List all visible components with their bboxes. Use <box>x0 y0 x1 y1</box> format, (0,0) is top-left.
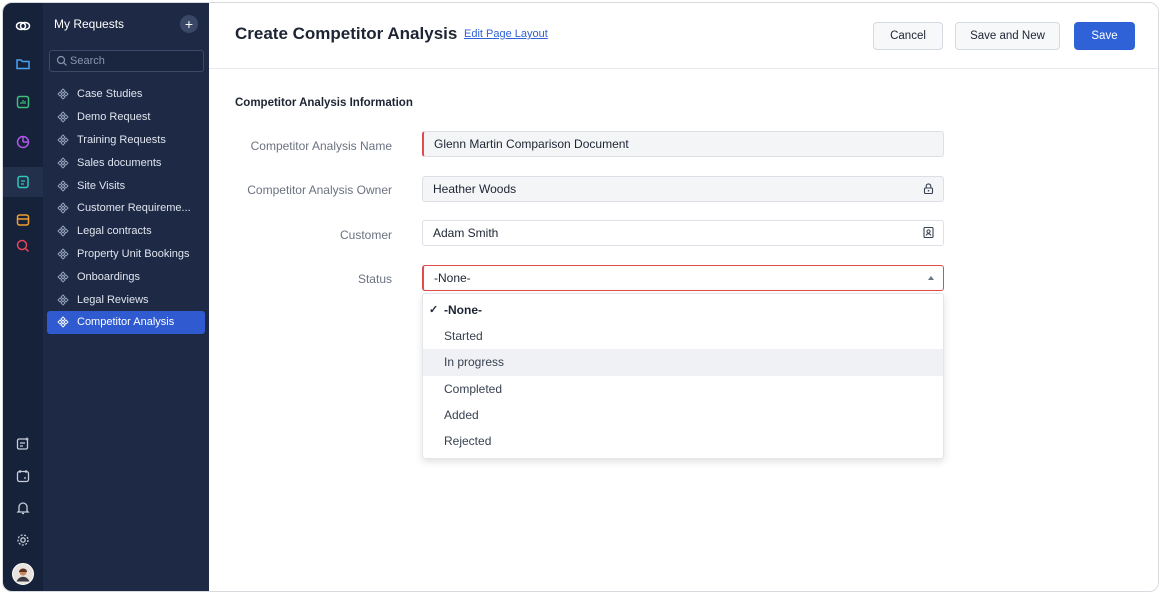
option-label: Rejected <box>444 433 492 448</box>
sidebar: My Requests + Case Studies Demo Request … <box>43 3 209 591</box>
page-title: Create Competitor Analysis <box>235 24 458 43</box>
sidebar-item-property-unit-bookings[interactable]: Property Unit Bookings <box>47 243 205 266</box>
name-label: Competitor Analysis Name <box>250 139 392 153</box>
check-icon: ✓ <box>429 304 439 316</box>
sidebar-search-input[interactable] <box>70 53 198 69</box>
sidebar-title: My Requests <box>54 17 125 31</box>
sidebar-item-label: Demo Request <box>77 111 151 124</box>
sidebar-item-sales-documents[interactable]: Sales documents <box>47 151 205 174</box>
sidebar-item-label: Customer Requireme... <box>77 202 191 215</box>
status-option-in-progress[interactable]: In progress <box>423 349 943 376</box>
sidebar-item-case-studies[interactable]: Case Studies <box>47 83 205 106</box>
app-window: My Requests + Case Studies Demo Request … <box>2 2 1159 592</box>
store-icon[interactable] <box>12 209 34 231</box>
search-insights-icon[interactable] <box>12 235 34 257</box>
sidebar-item-label: Site Visits <box>77 179 126 192</box>
customer-label: Customer <box>339 228 392 242</box>
option-label: Added <box>444 407 479 422</box>
module-icon <box>57 157 69 169</box>
sidebar-item-label: Onboardings <box>77 270 140 283</box>
lock-icon <box>923 183 934 195</box>
search-icon <box>56 55 67 66</box>
name-value: Glenn Martin Comparison Document <box>434 137 629 151</box>
module-icon <box>57 88 69 101</box>
module-icon <box>57 179 69 192</box>
status-option-added[interactable]: Added <box>423 402 943 428</box>
name-field[interactable]: Glenn Martin Comparison Document <box>422 131 944 157</box>
cancel-button[interactable]: Cancel <box>873 22 943 50</box>
status-option-started[interactable]: Started <box>423 323 943 349</box>
sidebar-item-label: Legal Reviews <box>77 293 149 306</box>
sidebar-item-label: Property Unit Bookings <box>77 247 190 260</box>
module-icon <box>57 316 69 328</box>
status-label: Status <box>357 272 392 286</box>
module-icon <box>57 111 69 123</box>
sidebar-item-legal-reviews[interactable]: Legal Reviews <box>47 288 205 311</box>
icon-rail <box>3 3 43 591</box>
sidebar-item-label: Case Studies <box>77 88 143 101</box>
caret-up-icon <box>928 276 934 280</box>
sidebar-search[interactable] <box>49 50 204 72</box>
sidebar-item-label: Sales documents <box>77 156 162 169</box>
module-icon <box>57 225 69 237</box>
option-label: In progress <box>444 355 505 370</box>
main-content: Create Competitor Analysis Edit Page Lay… <box>209 3 1158 591</box>
sidebar-item-customer-requirements[interactable]: Customer Requireme... <box>47 197 205 220</box>
page-header: Create Competitor Analysis Edit Page Lay… <box>209 3 1158 69</box>
module-icon <box>57 202 69 215</box>
option-label: -None- <box>444 303 482 317</box>
module-icon <box>57 134 69 146</box>
add-request-button[interactable]: + <box>180 15 198 33</box>
sidebar-item-demo-request[interactable]: Demo Request <box>47 106 205 129</box>
module-icon <box>57 248 69 260</box>
customer-field[interactable]: Adam Smith <box>422 220 944 246</box>
section-title: Competitor Analysis Information <box>235 97 413 109</box>
status-option-completed[interactable]: Completed <box>423 376 943 402</box>
task-list-icon[interactable] <box>12 433 34 455</box>
requests-icon[interactable] <box>12 171 34 193</box>
sidebar-item-training-requests[interactable]: Training Requests <box>47 129 205 152</box>
user-avatar[interactable] <box>12 563 34 585</box>
sidebar-item-competitor-analysis[interactable]: Competitor Analysis <box>47 310 205 334</box>
sidebar-item-label: Legal contracts <box>77 225 152 238</box>
owner-label: Competitor Analysis Owner <box>247 183 392 197</box>
sidebar-module-list: Case Studies Demo Request Training Reque… <box>47 83 205 334</box>
calendar-icon[interactable] <box>12 465 34 487</box>
status-option-none[interactable]: ✓ -None- <box>423 297 943 323</box>
option-label: Started <box>444 329 483 344</box>
customer-value: Adam Smith <box>433 226 499 240</box>
owner-field[interactable]: Heather Woods <box>422 176 944 202</box>
status-option-rejected[interactable]: Rejected <box>423 428 943 454</box>
module-icon <box>57 271 69 283</box>
settings-gear-icon[interactable] <box>12 529 34 551</box>
sidebar-item-site-visits[interactable]: Site Visits <box>47 174 205 197</box>
owner-value: Heather Woods <box>433 182 517 196</box>
save-button[interactable]: Save <box>1074 22 1135 50</box>
analytics-icon[interactable] <box>12 91 34 113</box>
sidebar-item-label: Training Requests <box>77 133 166 146</box>
app-logo-icon[interactable] <box>12 15 34 37</box>
pie-chart-icon[interactable] <box>12 131 34 153</box>
sidebar-item-onboardings[interactable]: Onboardings <box>47 265 205 288</box>
contact-lookup-icon[interactable] <box>922 226 935 239</box>
status-select[interactable]: -None- <box>422 265 944 291</box>
edit-page-layout-link[interactable]: Edit Page Layout <box>464 28 548 40</box>
sidebar-item-label: Competitor Analysis <box>77 316 175 329</box>
folder-icon[interactable] <box>12 53 34 75</box>
option-label: Completed <box>444 381 503 396</box>
status-dropdown: ✓ -None- Started In progress Completed A… <box>422 293 944 459</box>
bell-icon[interactable] <box>12 497 34 519</box>
module-icon <box>57 293 69 306</box>
sidebar-item-legal-contracts[interactable]: Legal contracts <box>47 220 205 243</box>
save-and-new-button[interactable]: Save and New <box>955 22 1060 50</box>
status-value: -None- <box>434 271 471 285</box>
